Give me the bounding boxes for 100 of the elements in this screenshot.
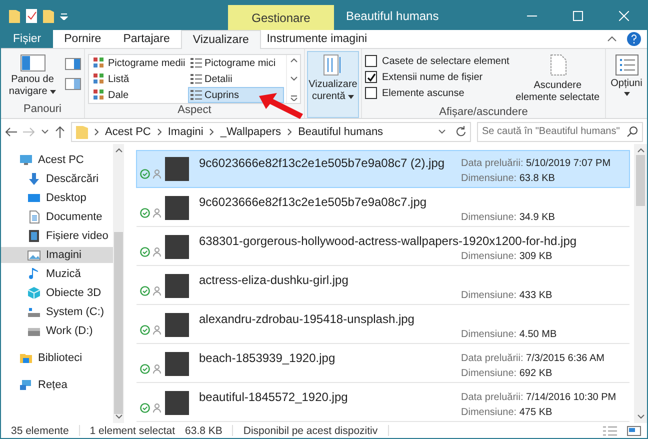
file-name: beach-1853939_1920.jpg [199,351,336,365]
chevron-up-icon [636,147,644,153]
selection-count: 1 element selectat [90,424,176,436]
checkbox[interactable] [365,87,377,99]
layout-option[interactable]: Detalii [188,71,284,87]
scrollbar-thumb[interactable] [636,155,645,206]
person-icon [153,208,161,218]
person-icon [153,325,161,335]
file-row[interactable]: actress-eliza-dushku-girl.jpg Dimensiune: 433 KB [136,267,630,305]
file-detail: Dimensiune: 475 KB [461,406,552,418]
file-row[interactable]: 638301-gorgerous-hollywood-actress-wallpapers-1920x1200-for-hd.jpg Dimensiune: 309 KB [136,228,630,266]
file-detail: Dimensiune: 34.9 KB [461,212,555,222]
sidebar-item[interactable]: Biblioteci [1,350,113,366]
checkbox-option[interactable]: Extensii nume de fișier [365,71,510,83]
caret-down-icon [50,90,56,94]
chevron-up-icon [607,36,617,42]
group-label: Aspect [178,104,212,118]
person-icon [153,169,161,179]
navigation-pane-button[interactable]: Panou de navigare [4,52,61,100]
maximize-icon [573,10,583,20]
chevron-down-icon [438,128,446,134]
contextual-tab-header: Gestionare [228,5,334,30]
options-list-icon [614,54,638,76]
folder-icon [43,8,54,22]
ribbon-tab[interactable]: Instrumente imagini [264,30,370,48]
file-row[interactable]: beautiful-1845572_1920.jpg Data preluării: 7/14/2016 10:30 PM Dimensiune: 475 KB [136,384,630,422]
layout-option[interactable]: Cuprins [188,87,284,103]
options-button[interactable]: Opțiuni [606,52,647,98]
photo-placeholder [165,157,189,181]
sidebar-item[interactable]: Descărcări [1,171,113,187]
view-layout-icon [93,57,105,69]
up-arrow-icon [55,126,65,138]
person-icon [153,403,161,413]
chevron-right-icon [287,128,292,136]
photo-placeholder [165,235,189,259]
ribbon-tab[interactable]: Pornire [53,30,112,48]
search-field[interactable]: Se caută în "Beautiful humans" [477,122,643,142]
sidebar-item[interactable]: Documente [1,209,113,225]
file-row[interactable]: alexandru-zdrobau-195418-unsplash.jpg Dimensiune: 4.50 MB [136,306,630,344]
view-layout-icon [190,57,202,69]
photo-placeholder [165,313,189,337]
breadcrumb[interactable]: _Wallpapers [220,126,282,138]
checkbox-option[interactable]: Elemente ascunse [365,87,510,99]
scrollbar[interactable] [634,144,647,423]
check-circle-icon [140,286,150,296]
layout-option[interactable]: Pictograme mici [188,55,284,71]
navigation-pane-icon [20,54,46,72]
sidebar-item[interactable]: Fișiere video [1,228,113,244]
file-name: 9c6023666e82f13c2e1e505b7e9a08c7.jpg [199,195,427,209]
preview-pane-icon [65,58,81,70]
file-detail: Dimensiune: 692 KB [461,368,552,378]
sidebar-item[interactable]: Rețea [1,377,113,393]
ribbon-tab[interactable]: Vizualizare [180,30,261,49]
checkbox[interactable] [365,71,377,83]
layout-option[interactable]: Listă [91,71,188,87]
layout-option[interactable]: Pictograme medii [91,55,188,71]
file-name: alexandru-zdrobau-195418-unsplash.jpg [199,312,414,326]
checkbox[interactable] [365,55,377,67]
annotation-arrow [259,93,303,119]
address-bar[interactable]: Acest PC Imagini _Wallpapers Beautiful humans [71,122,471,142]
file-row[interactable]: beach-1853939_1920.jpg Data preluării: 7/3/2015 6:36 AM Dimensiune: 692 KB [136,345,630,383]
scrollbar-thumb[interactable] [114,232,123,414]
chevron-up-icon [290,57,298,63]
scrollbar[interactable] [113,144,124,423]
file-detail: Dimensiune: 433 KB [461,290,552,300]
hide-selected-button[interactable]: Ascundere elemente selectate [513,52,602,106]
photo-placeholder [165,391,189,415]
file-detail: Dimensiune: 63.8 KB [461,172,555,184]
sidebar-item[interactable]: Muzică [1,266,113,282]
file-row[interactable]: 9c6023666e82f13c2e1e505b7e9a08c7 (2).jpg Data preluării: 5/10/2019 7:07 PM Dimensiune: 63.8 KB [136,150,630,188]
person-icon [153,286,161,296]
file-row[interactable]: 9c6023666e82f13c2e1e505b7e9a08c7.jpg Dimensiune: 34.9 KB [136,189,630,227]
sidebar-item[interactable]: Obiecte 3D [1,285,113,301]
document-icon [27,210,41,224]
current-view-button[interactable]: Vizualizare curentă [307,51,359,118]
checkbox-option[interactable]: Casete de selectare element [365,55,510,67]
search-icon [627,126,638,137]
film-icon [27,229,41,243]
item-count: 35 elemente [11,424,69,436]
sidebar-item[interactable]: Imagini [1,247,113,263]
breadcrumb[interactable]: Acest PC [105,126,151,138]
layout-option[interactable]: Dale [91,87,188,103]
check-circle-icon [140,247,150,257]
down-arrow-icon [27,172,41,186]
file-name: actress-eliza-dushku-girl.jpg [199,273,348,287]
availability-status: Disponibil pe acest dispozitiv [243,424,378,436]
sidebar-item[interactable]: Acest PC [1,152,113,168]
check-circle-icon [140,403,150,413]
breadcrumb[interactable]: Imagini [168,126,204,138]
sidebar-item[interactable]: System (C:) [1,304,113,320]
sidebar-item[interactable]: Desktop [1,190,113,206]
caret-down-icon [60,12,68,20]
file-name: beautiful-1845572_1920.jpg [199,390,348,404]
library-folder-icon [19,351,33,365]
sidebar-item[interactable]: Work (D:) [1,323,113,339]
check-circle-icon [140,169,150,179]
ribbon-tab[interactable]: Partajare [112,30,181,48]
ribbon-tab[interactable]: Fișier [1,30,54,48]
breadcrumb[interactable]: Beautiful humans [298,126,384,138]
details-pane-icon [65,78,81,90]
